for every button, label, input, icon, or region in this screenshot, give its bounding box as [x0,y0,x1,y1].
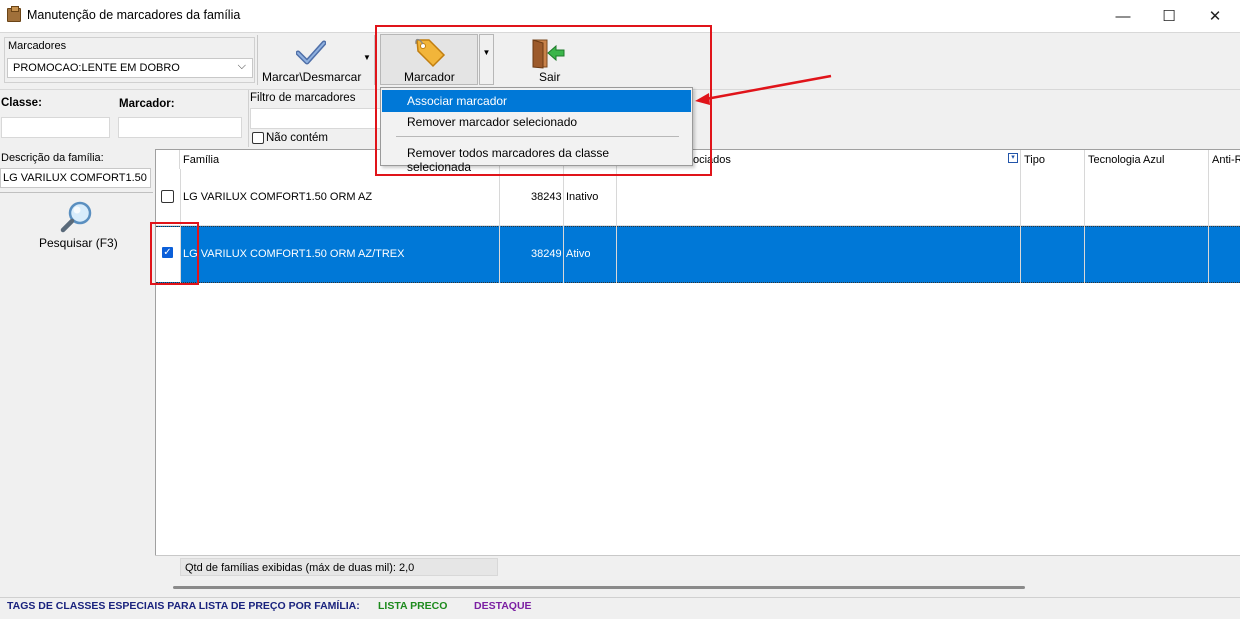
filtro-input[interactable] [250,108,382,129]
window-title: Manutenção de marcadores da família [27,8,241,22]
divider [0,192,153,193]
marcador-filter-input[interactable] [118,117,242,138]
app-icon [7,6,21,22]
marcadores-select-value: PROMOCAO:LENTE EM DOBRO [13,62,180,74]
marcadores-select[interactable]: PROMOCAO:LENTE EM DOBRO ⌵ [7,58,253,78]
descricao-input[interactable]: LG VARILUX COMFORT1.50 OF [0,168,151,188]
annotation-checkbox-box [150,222,199,285]
pesquisar-button[interactable]: Pesquisar (F3) [39,236,118,250]
cell-codigo: 38249 [531,248,562,260]
tags-label: TAGS DE CLASSES ESPECIAIS PARA LISTA DE … [7,600,360,612]
classe-label: Classe: [1,97,42,109]
row-checkbox[interactable] [161,190,174,203]
horizontal-scrollbar[interactable] [173,586,1025,589]
toolbar-separator [257,35,258,85]
filter-icon[interactable]: ▾ [1008,153,1018,163]
annotation-arrow-icon [695,74,832,105]
destaque-tag: DESTAQUE [474,600,532,612]
grid-line [616,169,617,283]
header-tipo[interactable]: Tipo [1021,150,1085,171]
cell-codigo: 38243 [531,191,562,203]
annotation-highlight-box [375,25,712,176]
cell-familia: LG VARILUX COMFORT1.50 ORM AZ/TREX [183,248,405,260]
checkmark-icon[interactable] [296,40,326,66]
cell-status: Inativo [566,191,599,203]
qtd-familias-label: Qtd de famílias exibidas (máx de duas mi… [180,558,498,576]
nao-contem-label: Não contém [266,132,329,144]
cell-familia: LG VARILUX COMFORT1.50 ORM AZ [183,191,373,203]
header-tecnologia-azul[interactable]: Tecnologia Azul [1085,150,1209,171]
chevron-down-icon: ⌵ [237,60,246,72]
minimize-button[interactable]: — [1100,0,1146,32]
marcar-desmarcar-button[interactable]: Marcar\Desmarcar [262,70,361,84]
grid-line [1084,169,1085,283]
maximize-button[interactable]: ☐ [1146,0,1192,32]
nao-contem-checkbox[interactable] [252,132,264,144]
filtro-label: Filtro de marcadores [250,92,356,104]
descricao-label: Descrição da família: [1,152,104,164]
header-check-column[interactable] [156,150,180,171]
search-icon[interactable] [60,200,94,234]
header-anti[interactable]: Anti-R [1209,150,1240,171]
grid-line [499,169,500,283]
grid-line [563,169,564,283]
grid-line [1020,169,1021,283]
marcadores-label: Marcadores [8,40,67,52]
cell-status: Ativo [566,248,591,260]
close-button[interactable]: ✕ [1192,0,1238,32]
grid-line [1208,169,1209,283]
marcar-dropdown-arrow-icon[interactable]: ▼ [363,53,371,62]
classe-input[interactable] [1,117,110,138]
lista-preco-tag: LISTA PRECO [378,600,448,612]
marcador-filter-label: Marcador: [119,98,175,110]
